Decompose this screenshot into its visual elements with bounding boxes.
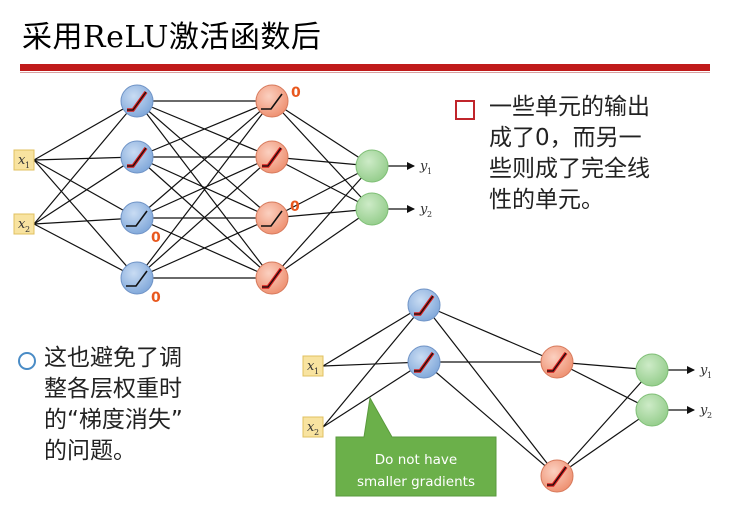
top-output-y2: y 2 xyxy=(419,202,432,219)
top-edges-l2-out xyxy=(271,100,373,279)
svg-text:1: 1 xyxy=(25,161,30,170)
bottom-output-node-1 xyxy=(635,353,669,387)
bottom-output-y2: y 2 xyxy=(699,403,712,420)
bottom-output-y1: y 1 xyxy=(699,363,712,380)
zero-label-l1-node-4: 0 xyxy=(151,290,161,306)
bullet1-text: 一些单元的输出 成了0，而另一 些则成了完全线 性的单元。 xyxy=(489,92,650,216)
top-edges-l1-l2 xyxy=(136,97,273,282)
bullet1-line-4: 性的单元。 xyxy=(489,187,604,213)
bullet2-text: 这也避免了调 整各层权重时 的“梯度消失” 的问题。 xyxy=(44,343,183,467)
top-l1-node-2 xyxy=(120,140,154,174)
bullet-square-icon xyxy=(455,100,475,120)
top-l2-node-2 xyxy=(255,140,289,174)
svg-text:1: 1 xyxy=(707,371,712,380)
top-l2-node-4 xyxy=(255,261,289,295)
bottom-l1-node-2 xyxy=(407,345,441,379)
top-input-x1: x 1 xyxy=(13,149,35,171)
bullet2-line-3: 的“梯度消失” xyxy=(44,407,183,433)
top-l2-node-1 xyxy=(255,84,289,118)
bullet1-line-2: 成了0，而另一 xyxy=(489,125,642,151)
zero-label-l2-node-3: 0 xyxy=(290,199,300,215)
bullet-circle-icon xyxy=(18,352,36,370)
svg-text:2: 2 xyxy=(314,428,319,437)
callout-line-2: smaller gradients xyxy=(357,474,475,490)
top-network xyxy=(33,97,415,282)
top-l1-node-1 xyxy=(120,84,154,118)
zero-label-l1-node-3: 0 xyxy=(151,230,161,246)
svg-text:1: 1 xyxy=(314,367,319,376)
top-output-node-2 xyxy=(355,192,389,226)
bottom-l1-node-1 xyxy=(407,288,441,322)
bullet2-line-1: 这也避免了调 xyxy=(44,345,182,371)
bottom-l2-node-2 xyxy=(540,459,574,493)
top-edges-input-l1 xyxy=(33,100,138,279)
top-l2-node-3 xyxy=(255,201,289,235)
bottom-l2-node-1 xyxy=(540,345,574,379)
bullet1-line-1: 一些单元的输出 xyxy=(489,94,650,120)
bullet2-line-2: 整各层权重时 xyxy=(44,376,182,402)
svg-text:1: 1 xyxy=(427,167,432,176)
bullet1-line-3: 些则成了完全线 xyxy=(489,156,650,182)
gradient-callout: Do not have smaller gradients xyxy=(335,396,497,497)
top-l1-node-3 xyxy=(120,201,154,235)
bottom-input-x1: x 1 xyxy=(302,355,324,377)
top-input-x2: x 2 xyxy=(13,213,35,235)
svg-text:2: 2 xyxy=(427,210,432,219)
top-output-y1: y 1 xyxy=(419,159,432,176)
callout-line-1: Do not have xyxy=(375,452,457,468)
bottom-input-x2: x 2 xyxy=(302,416,324,438)
bottom-output-node-2 xyxy=(635,393,669,427)
svg-text:2: 2 xyxy=(707,411,712,420)
svg-text:2: 2 xyxy=(25,225,30,234)
zero-label-l2-node-1: 0 xyxy=(291,85,301,101)
top-output-node-1 xyxy=(355,149,389,183)
bullet2-line-4: 的问题。 xyxy=(44,438,136,464)
top-l1-node-4 xyxy=(120,261,154,295)
